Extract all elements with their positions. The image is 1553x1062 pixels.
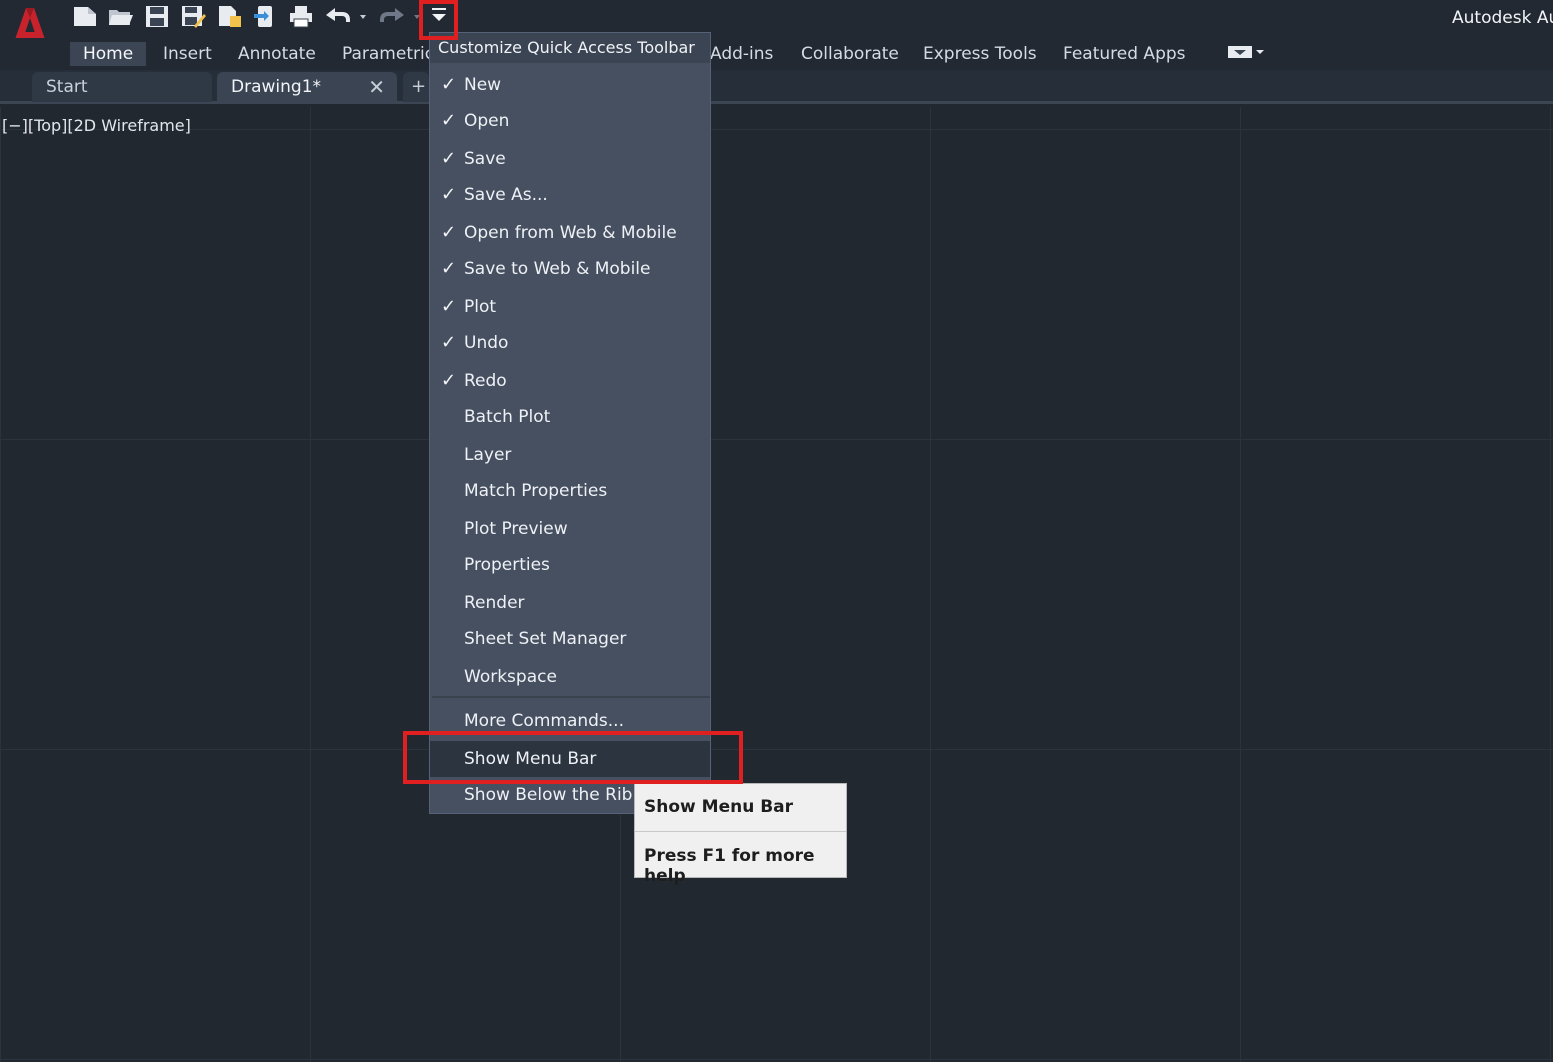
tab-express-tools[interactable]: Express Tools (923, 42, 1037, 66)
menu-item-properties[interactable]: Properties (430, 547, 710, 583)
menu-item-label: Save (464, 149, 506, 169)
checkmark-icon: ✓ (441, 258, 457, 279)
menu-item-workspace[interactable]: Workspace (430, 659, 710, 695)
menu-item-label: Layer (464, 445, 512, 465)
redo-icon[interactable] (378, 4, 422, 28)
menu-item-label: Undo (464, 333, 509, 353)
menu-item-open-from-web-mobile[interactable]: ✓ Open from Web & Mobile (430, 215, 710, 251)
viewport-controls[interactable]: [−][Top][2D Wireframe] (2, 116, 191, 135)
ribbon-options-icon[interactable] (1228, 44, 1268, 60)
menu-item-label: Plot Preview (464, 519, 568, 539)
menu-item-render[interactable]: Render (430, 585, 710, 621)
document-tab-start-label: Start (46, 77, 88, 97)
checkmark-icon: ✓ (441, 110, 457, 131)
checkmark-icon: ✓ (441, 184, 457, 205)
open-folder-icon[interactable] (108, 4, 134, 28)
menu-header: Customize Quick Access Toolbar (430, 33, 710, 63)
menu-item-plot[interactable]: ✓ Plot (430, 289, 710, 325)
tooltip: Show Menu Bar Press F1 for more help (634, 783, 847, 886)
undo-icon[interactable] (324, 4, 368, 28)
menu-item-redo[interactable]: ✓ Redo (430, 363, 710, 399)
tooltip-divider (635, 831, 846, 832)
menu-item-label: Match Properties (464, 481, 608, 501)
customize-qat-menu: Customize Quick Access Toolbar ✓ New ✓ Open… (429, 32, 711, 814)
menu-item-label: Open (464, 111, 510, 131)
dropdown-arrow-icon[interactable] (426, 4, 452, 28)
menu-item-open[interactable]: ✓ Open (430, 103, 710, 139)
document-tab-drawing1[interactable]: Drawing1* ✕ (217, 72, 397, 102)
tab-add-ins[interactable]: Add-ins (710, 42, 773, 66)
document-tab-bar: Start Drawing1* ✕ + (0, 70, 1553, 104)
new-file-icon[interactable] (72, 4, 98, 28)
menu-item-label: Save As... (464, 185, 548, 205)
menu-item-label: Properties (464, 555, 550, 575)
menu-item-batch-plot[interactable]: Batch Plot (430, 399, 710, 435)
checkmark-icon: ✓ (441, 332, 457, 353)
tab-parametric[interactable]: Parametric (342, 42, 434, 66)
checkmark-icon: ✓ (441, 74, 457, 95)
close-icon[interactable]: ✕ (368, 72, 385, 102)
menu-item-label: Plot (464, 297, 497, 317)
menu-item-layer[interactable]: Layer (430, 437, 710, 473)
tab-insert[interactable]: Insert (163, 42, 212, 66)
document-tab-start[interactable]: Start (32, 72, 212, 102)
tooltip-help-text: Press F1 for more help (644, 846, 815, 886)
save-web-mobile-icon[interactable] (252, 4, 278, 28)
menu-item-show-menu-bar[interactable]: Show Menu Bar (430, 741, 710, 777)
tab-featured-apps[interactable]: Featured Apps (1063, 42, 1186, 66)
tab-collaborate[interactable]: Collaborate (801, 42, 899, 66)
menu-item-label: Batch Plot (464, 407, 551, 427)
plot-printer-icon[interactable] (288, 4, 314, 28)
menu-item-sheet-set-manager[interactable]: Sheet Set Manager (430, 621, 710, 657)
save-as-icon[interactable] (180, 4, 206, 28)
menu-item-new[interactable]: ✓ New (430, 67, 710, 103)
menu-item-save-to-web-mobile[interactable]: ✓ Save to Web & Mobile (430, 251, 710, 287)
checkmark-icon: ✓ (441, 296, 457, 317)
menu-item-plot-preview[interactable]: Plot Preview (430, 511, 710, 547)
document-tab-drawing1-label: Drawing1* (231, 77, 322, 97)
menu-item-save[interactable]: ✓ Save (430, 141, 710, 177)
app-title: Autodesk Au (1452, 8, 1553, 28)
save-icon[interactable] (144, 4, 170, 28)
drawing-canvas[interactable] (0, 107, 1553, 1062)
menu-item-label: Render (464, 593, 525, 613)
menu-separator (432, 696, 710, 698)
open-web-mobile-icon[interactable] (216, 4, 242, 28)
new-tab-button[interactable]: + (403, 72, 429, 102)
menu-item-label: Sheet Set Manager (464, 629, 627, 649)
menu-item-label: Open from Web & Mobile (464, 223, 677, 243)
ribbon-tab-bar: Home Insert Annotate Parametric Add-ins … (0, 38, 1553, 70)
menu-item-label: Workspace (464, 667, 557, 687)
menu-item-label: Redo (464, 371, 507, 391)
title-bar: Autodesk Au (0, 0, 1553, 48)
menu-item-save-as[interactable]: ✓ Save As... (430, 177, 710, 213)
checkmark-icon: ✓ (441, 370, 457, 391)
tab-home[interactable]: Home (70, 42, 147, 66)
menu-item-more-commands[interactable]: More Commands... (430, 703, 710, 739)
menu-item-match-properties[interactable]: Match Properties (430, 473, 710, 509)
tab-annotate[interactable]: Annotate (238, 42, 316, 66)
tooltip-title: Show Menu Bar (644, 797, 794, 817)
menu-item-undo[interactable]: ✓ Undo (430, 325, 710, 361)
menu-item-label: New (464, 75, 502, 95)
checkmark-icon: ✓ (441, 148, 457, 169)
menu-item-label: Save to Web & Mobile (464, 259, 651, 279)
checkmark-icon: ✓ (441, 222, 457, 243)
